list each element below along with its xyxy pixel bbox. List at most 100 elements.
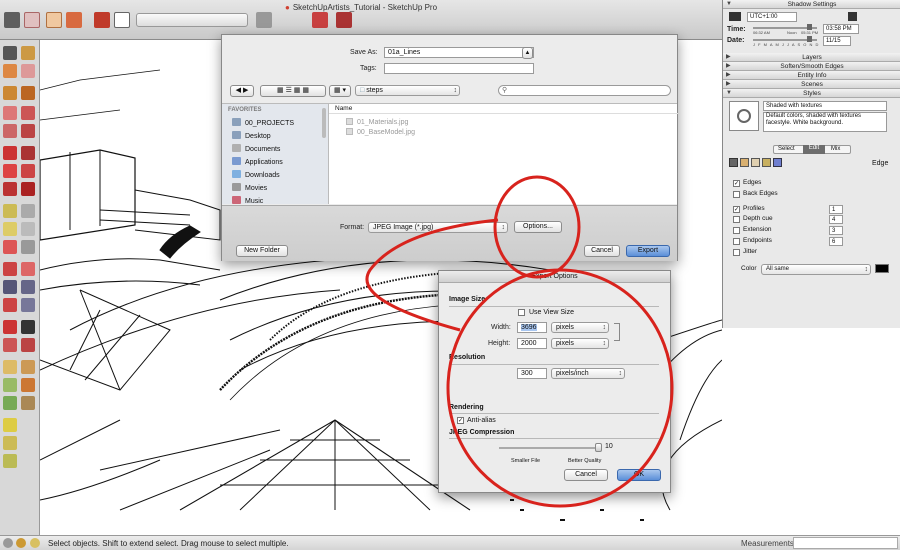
text-icon[interactable]	[21, 222, 35, 236]
cancel-button[interactable]: Cancel	[584, 245, 620, 257]
options-button[interactable]: Options...	[514, 221, 562, 233]
tab-select[interactable]: Select	[778, 146, 795, 152]
export-button[interactable]: Export	[626, 245, 670, 257]
height-input[interactable]: 2000	[517, 338, 547, 349]
tab-mix[interactable]: Mix	[831, 146, 840, 152]
style-name-field[interactable]: Shaded with textures	[763, 101, 887, 111]
standard-views-group[interactable]	[136, 13, 248, 27]
line-icon[interactable]	[3, 86, 17, 100]
column-header[interactable]: Name	[329, 104, 678, 114]
iso-view-icon[interactable]	[3, 418, 17, 432]
new-folder-button[interactable]: New Folder	[236, 245, 288, 257]
protractor-icon[interactable]	[3, 222, 17, 236]
anti-alias-checkbox[interactable]: ✓	[457, 417, 464, 424]
edge-option-checkbox[interactable]	[733, 227, 740, 234]
push-pull-icon[interactable]	[94, 12, 110, 28]
timezone-select[interactable]: UTC+1:00	[747, 12, 797, 22]
sidebar-item-downloads[interactable]: Downloads	[232, 170, 280, 179]
warehouse-icon[interactable]	[312, 12, 328, 28]
edge-option-checkbox[interactable]	[733, 238, 740, 245]
look-around-icon[interactable]	[3, 338, 17, 352]
shadow-toggle-icon[interactable]	[729, 12, 741, 21]
arrange-button[interactable]: ▦ ▾	[329, 85, 351, 97]
sandbox-from-contours-icon[interactable]	[3, 360, 17, 374]
jpeg-slider-thumb[interactable]	[595, 443, 602, 452]
file-row[interactable]: 01_Materials.jpg	[346, 118, 408, 126]
file-row[interactable]: 00_BaseModel.jpg	[346, 128, 415, 136]
resolution-input[interactable]: 300	[517, 368, 547, 379]
drape-icon[interactable]	[3, 396, 17, 410]
edge-option-checkbox[interactable]: ✓	[733, 180, 740, 187]
style-description[interactable]: Default colors, shaded with textures fac…	[763, 112, 887, 132]
width-input[interactable]: 3696	[517, 322, 547, 333]
polygon-icon[interactable]	[21, 124, 35, 138]
sidebar-item-desktop[interactable]: Desktop	[232, 131, 271, 140]
tags-input[interactable]	[384, 63, 534, 74]
paint-bucket-icon[interactable]	[66, 12, 82, 28]
entity-info-header[interactable]: ▶ Entity Info	[723, 71, 900, 80]
circle-icon[interactable]	[21, 106, 35, 120]
height-unit-select[interactable]: pixels	[551, 338, 609, 349]
view-mode-buttons[interactable]: ▦ ☰ ▦ ▦	[260, 85, 326, 97]
pan-icon[interactable]	[21, 262, 35, 276]
sandbox-from-scratch-icon[interactable]	[21, 360, 35, 374]
edge-settings-icon[interactable]	[729, 158, 738, 167]
3d-text-icon[interactable]	[21, 240, 35, 254]
shadow-settings-header[interactable]: ▼ Shadow Settings	[723, 0, 900, 9]
make-component-icon[interactable]	[21, 46, 35, 60]
front-view-icon[interactable]	[3, 454, 17, 468]
sidebar-item-documents[interactable]: Documents	[232, 144, 280, 153]
tab-edit[interactable]: Edit	[803, 145, 825, 154]
eraser-icon[interactable]	[24, 12, 40, 28]
back-forward-buttons[interactable]: ◀ ▶	[230, 85, 254, 97]
position-camera-icon[interactable]	[3, 320, 17, 334]
edge-option-value[interactable]: 4	[829, 215, 843, 224]
edge-option-checkbox[interactable]	[733, 249, 740, 256]
modeling-settings-icon[interactable]	[773, 158, 782, 167]
time-field[interactable]: 03:58 PM	[823, 24, 859, 34]
push-pull-icon[interactable]	[21, 146, 35, 160]
sidebar-item-00-projects[interactable]: 00_PROJECTS	[232, 118, 294, 127]
face-settings-icon[interactable]	[740, 158, 749, 167]
follow-me-icon[interactable]	[21, 164, 35, 178]
link-icon[interactable]	[614, 323, 620, 341]
extension-icon[interactable]	[336, 12, 352, 28]
instructor-icon[interactable]	[30, 538, 40, 548]
edge-color-swatch[interactable]	[875, 264, 889, 273]
select-icon[interactable]	[3, 46, 17, 60]
smoove-icon[interactable]	[3, 378, 17, 392]
tape-measure-icon[interactable]	[3, 204, 17, 218]
offset-icon[interactable]	[21, 182, 35, 196]
width-unit-select[interactable]: pixels	[551, 322, 609, 333]
style-icon[interactable]	[256, 12, 272, 28]
top-view-icon[interactable]	[3, 436, 17, 450]
watermark-settings-icon[interactable]	[762, 158, 771, 167]
axes-icon[interactable]	[3, 240, 17, 254]
zoom-extents-icon[interactable]	[114, 12, 130, 28]
sidebar-item-applications[interactable]: Applications	[232, 157, 283, 166]
cancel-button[interactable]: Cancel	[564, 469, 608, 481]
use-view-size-checkbox[interactable]	[518, 309, 525, 316]
ok-button[interactable]: OK	[617, 469, 661, 481]
rectangle-icon[interactable]	[3, 106, 17, 120]
resolution-unit-select[interactable]: pixels/inch	[551, 368, 625, 379]
jpeg-slider-track[interactable]	[499, 447, 599, 449]
zoom-window-icon[interactable]	[21, 280, 35, 294]
toggle-icon[interactable]	[848, 12, 857, 21]
dimension-icon[interactable]	[21, 204, 35, 218]
search-input[interactable]: ⚲	[498, 85, 671, 96]
edge-option-checkbox[interactable]: ✓	[733, 206, 740, 213]
eraser-icon[interactable]	[21, 64, 35, 78]
soften-edges-header[interactable]: ▶ Soften/Smooth Edges	[723, 62, 900, 71]
select-tool-icon[interactable]	[4, 12, 20, 28]
edge-option-checkbox[interactable]	[733, 216, 740, 223]
orbit-icon[interactable]	[3, 262, 17, 276]
sidebar-scrollbar[interactable]	[322, 108, 326, 138]
format-select[interactable]: JPEG Image (*.jpg)	[368, 222, 508, 233]
section-plane-icon[interactable]	[21, 338, 35, 352]
scale-icon[interactable]	[3, 182, 17, 196]
edge-option-value[interactable]: 3	[829, 226, 843, 235]
edge-option-value[interactable]: 1	[829, 205, 843, 214]
sidebar-item-music[interactable]: Music	[232, 196, 263, 205]
edge-color-select[interactable]: All same	[761, 264, 871, 275]
